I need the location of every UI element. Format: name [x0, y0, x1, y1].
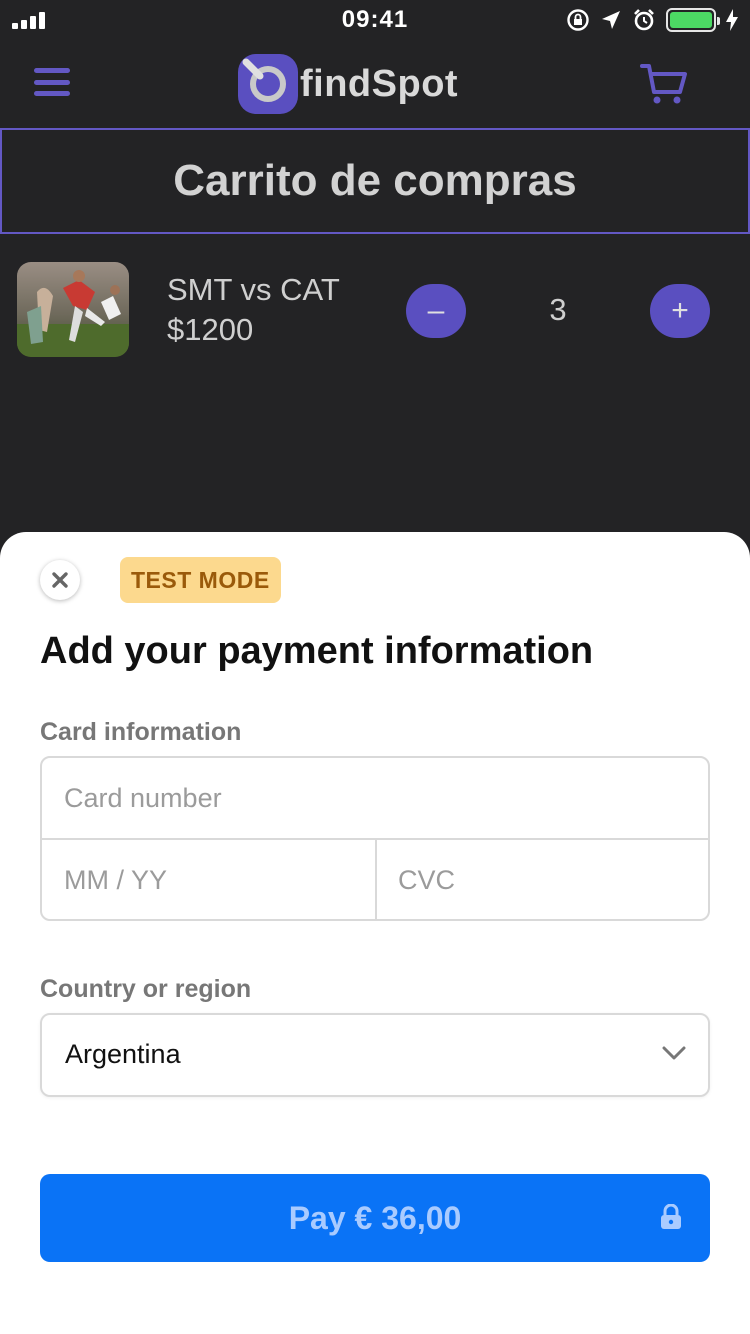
- product-thumbnail: [17, 262, 129, 357]
- card-number-input[interactable]: [64, 780, 664, 816]
- charging-icon: [726, 9, 738, 31]
- decrease-quantity-button[interactable]: –: [406, 284, 466, 338]
- logo-text: findSpot: [300, 62, 459, 105]
- country-select[interactable]: Argentina: [40, 1013, 710, 1097]
- item-price: $1200: [167, 312, 254, 347]
- location-icon: [602, 11, 620, 29]
- payment-sheet: TEST MODE Add your payment information C…: [0, 532, 750, 1334]
- item-name: SMT vs CAT: [167, 272, 340, 307]
- pay-button[interactable]: Pay € 36,00: [40, 1174, 710, 1262]
- cvc-input[interactable]: [398, 862, 688, 898]
- app-logo[interactable]: findSpot: [238, 54, 458, 114]
- test-mode-badge: TEST MODE: [120, 557, 281, 603]
- lock-icon: [661, 1204, 681, 1229]
- status-icons: [566, 8, 738, 32]
- increase-quantity-button[interactable]: +: [650, 284, 710, 338]
- pay-button-label: Pay € 36,00: [288, 1199, 462, 1236]
- item-quantity: 3: [549, 292, 567, 327]
- hamburger-menu-icon[interactable]: [34, 68, 70, 96]
- chevron-down-icon: [662, 1046, 686, 1060]
- close-button[interactable]: [40, 560, 80, 600]
- card-column-divider: [375, 838, 377, 919]
- alarm-icon: [634, 9, 654, 31]
- top-nav: findSpot: [0, 40, 750, 128]
- country-label: Country or region: [40, 975, 252, 1003]
- page-title: Carrito de compras: [173, 156, 577, 205]
- card-information-label: Card information: [40, 718, 242, 746]
- page-header: Carrito de compras: [0, 128, 750, 234]
- shopping-cart-icon[interactable]: [640, 62, 688, 106]
- orientation-lock-icon: [567, 9, 589, 31]
- logo-mark-icon: [238, 54, 298, 114]
- status-bar: 09:41: [0, 0, 750, 40]
- card-information-field: [40, 756, 710, 921]
- expiry-date-input[interactable]: [64, 862, 354, 898]
- close-icon: [52, 572, 68, 588]
- country-value: Argentina: [65, 1039, 181, 1069]
- battery-icon: [666, 8, 720, 32]
- cart-item: SMT vs CAT $1200 – 3 +: [0, 262, 750, 358]
- payment-title: Add your payment information: [40, 630, 594, 672]
